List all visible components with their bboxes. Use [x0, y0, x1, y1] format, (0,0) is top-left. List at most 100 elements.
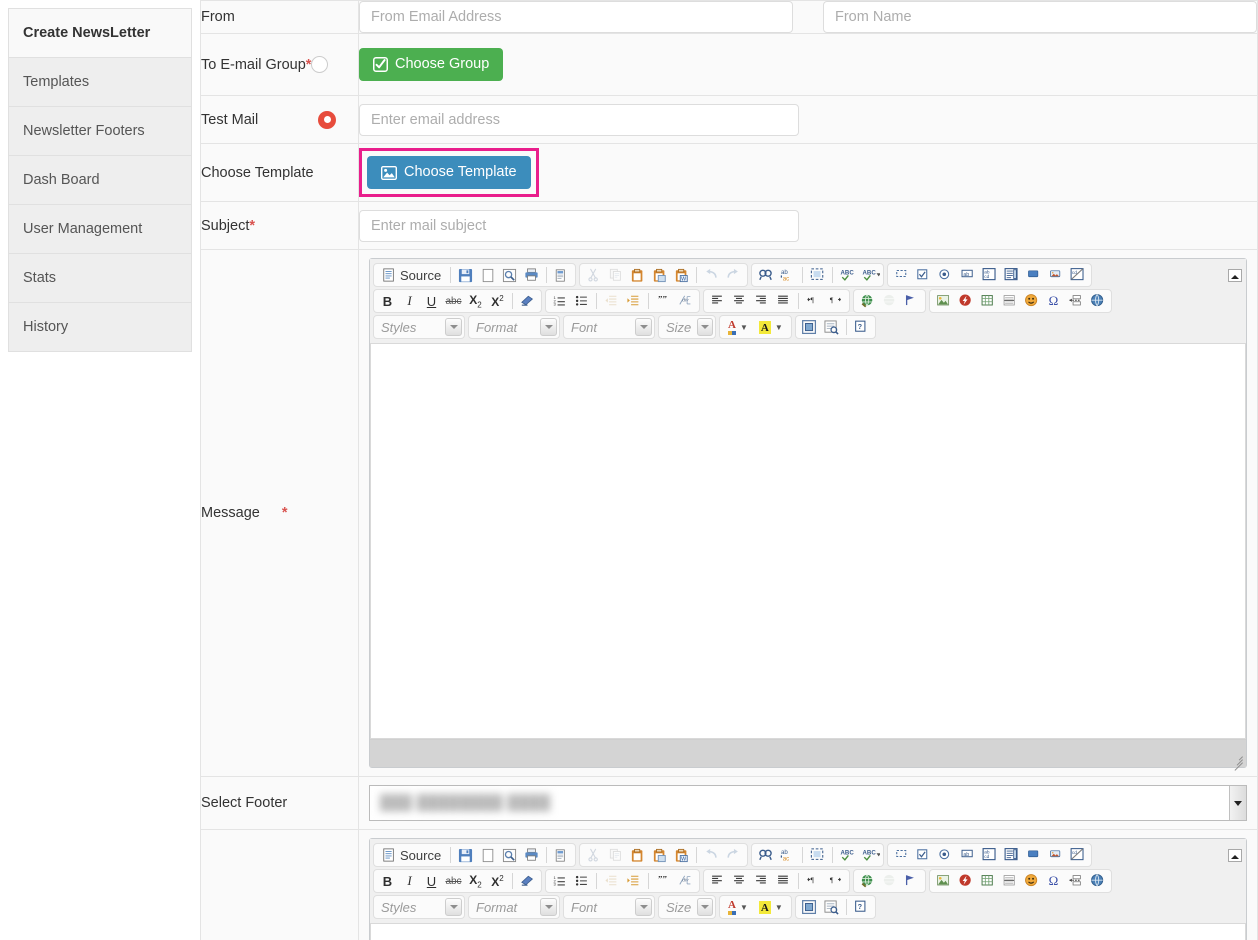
editor-resize-grip[interactable]: [1231, 752, 1243, 771]
hidden-field-icon[interactable]: cd: [1067, 845, 1088, 865]
spellcheck-icon[interactable]: ABC: [837, 265, 858, 285]
select-all-icon[interactable]: [807, 265, 828, 285]
ltr-icon[interactable]: ¶: [803, 871, 824, 891]
size-combo[interactable]: Size: [658, 315, 716, 339]
size-combo[interactable]: Size: [658, 895, 716, 919]
superscript-icon[interactable]: X2: [487, 291, 508, 311]
preview-icon[interactable]: [499, 265, 520, 285]
footer-editor-body[interactable]: [370, 924, 1246, 940]
underline-icon[interactable]: U: [421, 871, 442, 891]
strikethrough-icon[interactable]: abc: [443, 871, 464, 891]
styles-combo[interactable]: Styles: [373, 315, 465, 339]
image-button-icon[interactable]: [1045, 845, 1066, 865]
format-combo[interactable]: Format: [468, 315, 560, 339]
show-blocks-icon[interactable]: [821, 897, 842, 917]
textfield-icon[interactable]: ab: [957, 845, 978, 865]
flash-icon[interactable]: [955, 291, 976, 311]
subject-input[interactable]: [359, 209, 799, 242]
sidebar-item-dash-board[interactable]: Dash Board: [8, 155, 192, 204]
chevron-down-icon[interactable]: [540, 318, 557, 336]
background-color-icon[interactable]: A ▼: [754, 317, 788, 337]
button-icon[interactable]: [1023, 845, 1044, 865]
textfield-icon[interactable]: ab: [957, 265, 978, 285]
button-icon[interactable]: [1023, 265, 1044, 285]
rtl-icon[interactable]: ¶: [825, 291, 846, 311]
remove-format-icon[interactable]: [517, 871, 538, 891]
anchor-icon[interactable]: [901, 871, 922, 891]
subscript-icon[interactable]: X2: [465, 871, 486, 891]
div-container-icon[interactable]: div: [675, 871, 696, 891]
paste-icon[interactable]: [627, 265, 648, 285]
smiley-icon[interactable]: [1021, 291, 1042, 311]
underline-icon[interactable]: U: [421, 291, 442, 311]
text-color-icon[interactable]: A ▼: [723, 317, 753, 337]
radio-icon[interactable]: [935, 845, 956, 865]
justify-icon[interactable]: [773, 291, 794, 311]
paste-icon[interactable]: [627, 845, 648, 865]
message-editor-body[interactable]: [370, 344, 1246, 739]
chevron-down-icon[interactable]: [635, 318, 652, 336]
chevron-down-icon[interactable]: [697, 318, 713, 336]
save-icon[interactable]: [455, 845, 476, 865]
sidebar-item-templates[interactable]: Templates: [8, 57, 192, 106]
font-combo[interactable]: Font: [563, 315, 655, 339]
chevron-down-icon[interactable]: [445, 318, 462, 336]
align-right-icon[interactable]: [751, 871, 772, 891]
spellcheck-menu-icon[interactable]: ABC: [859, 845, 881, 865]
remove-format-icon[interactable]: [517, 291, 538, 311]
link-icon[interactable]: [857, 871, 878, 891]
paste-word-icon[interactable]: W: [671, 845, 692, 865]
chevron-down-icon[interactable]: [635, 898, 652, 916]
chevron-down-icon[interactable]: [540, 898, 557, 916]
paste-text-icon[interactable]: [649, 845, 670, 865]
radio-icon[interactable]: [935, 265, 956, 285]
select-footer-dropdown[interactable]: ███ ████████ ████: [369, 785, 1247, 821]
select-field-icon[interactable]: [1001, 265, 1022, 285]
textarea-icon[interactable]: ab cd: [979, 265, 1000, 285]
choose-group-button[interactable]: Choose Group: [359, 48, 504, 81]
align-right-icon[interactable]: [751, 291, 772, 311]
bold-icon[interactable]: B: [377, 291, 398, 311]
from-name-input[interactable]: [823, 1, 1257, 33]
maximize-icon[interactable]: [799, 317, 820, 337]
about-icon[interactable]: ?: [851, 317, 872, 337]
textarea-icon[interactable]: ab cd: [979, 845, 1000, 865]
ltr-icon[interactable]: ¶: [803, 291, 824, 311]
sidebar-item-stats[interactable]: Stats: [8, 253, 192, 302]
background-color-icon[interactable]: A ▼: [754, 897, 788, 917]
div-container-icon[interactable]: div: [675, 291, 696, 311]
iframe-icon[interactable]: [1087, 871, 1108, 891]
print-icon[interactable]: [521, 845, 542, 865]
test-mail-radio[interactable]: [318, 110, 336, 129]
subscript-icon[interactable]: X2: [465, 291, 486, 311]
sidebar-item-history[interactable]: History: [8, 302, 192, 352]
paste-word-icon[interactable]: W: [671, 265, 692, 285]
maximize-icon[interactable]: [799, 897, 820, 917]
indent-icon[interactable]: [623, 871, 644, 891]
numbered-list-icon[interactable]: 123: [549, 291, 570, 311]
chevron-down-icon[interactable]: [1229, 786, 1246, 820]
save-icon[interactable]: [455, 265, 476, 285]
checkbox-icon[interactable]: [913, 845, 934, 865]
bulleted-list-icon[interactable]: [571, 871, 592, 891]
sidebar-item-user-management[interactable]: User Management: [8, 204, 192, 253]
blockquote-icon[interactable]: ””: [653, 871, 674, 891]
special-char-icon[interactable]: Ω: [1043, 291, 1064, 311]
image-icon[interactable]: [933, 291, 954, 311]
format-combo[interactable]: Format: [468, 895, 560, 919]
spellcheck-menu-icon[interactable]: ABC: [859, 265, 881, 285]
horizontal-rule-icon[interactable]: [999, 871, 1020, 891]
from-email-input[interactable]: [359, 1, 793, 33]
iframe-icon[interactable]: [1087, 291, 1108, 311]
image-button-icon[interactable]: [1045, 265, 1066, 285]
chevron-down-icon[interactable]: [697, 898, 713, 916]
bold-icon[interactable]: B: [377, 871, 398, 891]
show-blocks-icon[interactable]: [821, 317, 842, 337]
find-icon[interactable]: [755, 845, 776, 865]
anchor-icon[interactable]: [901, 291, 922, 311]
superscript-icon[interactable]: X2: [487, 871, 508, 891]
blockquote-icon[interactable]: ””: [653, 291, 674, 311]
select-field-icon[interactable]: [1001, 845, 1022, 865]
italic-icon[interactable]: I: [399, 291, 420, 311]
special-char-icon[interactable]: Ω: [1043, 871, 1064, 891]
